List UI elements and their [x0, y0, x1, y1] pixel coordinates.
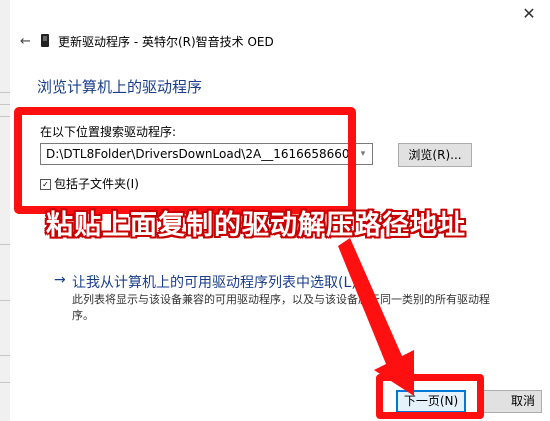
- annotation-text: 粘贴上面复制的驱动解压路径地址: [46, 210, 466, 241]
- description-line: 此列表将显示与该设备兼容的可用驱动程序，以及与该设备属于同一类别的所有驱动程: [72, 293, 490, 306]
- strip-divider: [0, 92, 10, 93]
- highlight-box-path: [14, 107, 356, 214]
- browse-button[interactable]: 浏览(R)...: [398, 143, 472, 167]
- strip-divider: [0, 382, 10, 383]
- speaker-device-icon: [41, 34, 49, 47]
- pick-from-list-description: 此列表将显示与该设备兼容的可用驱动程序，以及与该设备属于同一类别的所有驱动程 序…: [72, 292, 512, 324]
- highlight-box-next: [376, 374, 484, 419]
- page-heading: 浏览计算机上的驱动程序: [37, 78, 203, 96]
- strip-divider: [0, 300, 10, 301]
- description-line: 序。: [72, 309, 94, 322]
- close-button[interactable]: ✕: [514, 2, 544, 26]
- cancel-button[interactable]: 取消: [482, 390, 542, 413]
- strip-divider: [0, 104, 10, 105]
- back-arrow-icon[interactable]: ←: [20, 34, 31, 49]
- pick-from-list-link[interactable]: 让我从计算机上的可用驱动程序列表中选取(L): [72, 272, 357, 292]
- strip-divider: [0, 116, 10, 117]
- window-title: 更新驱动程序 - 英特尔(R)智音技术 OED: [58, 35, 274, 49]
- strip-divider: [0, 244, 10, 245]
- chevron-down-icon[interactable]: ▾: [354, 144, 372, 164]
- arrow-right-icon: →: [54, 272, 66, 288]
- strip-divider: [0, 355, 10, 356]
